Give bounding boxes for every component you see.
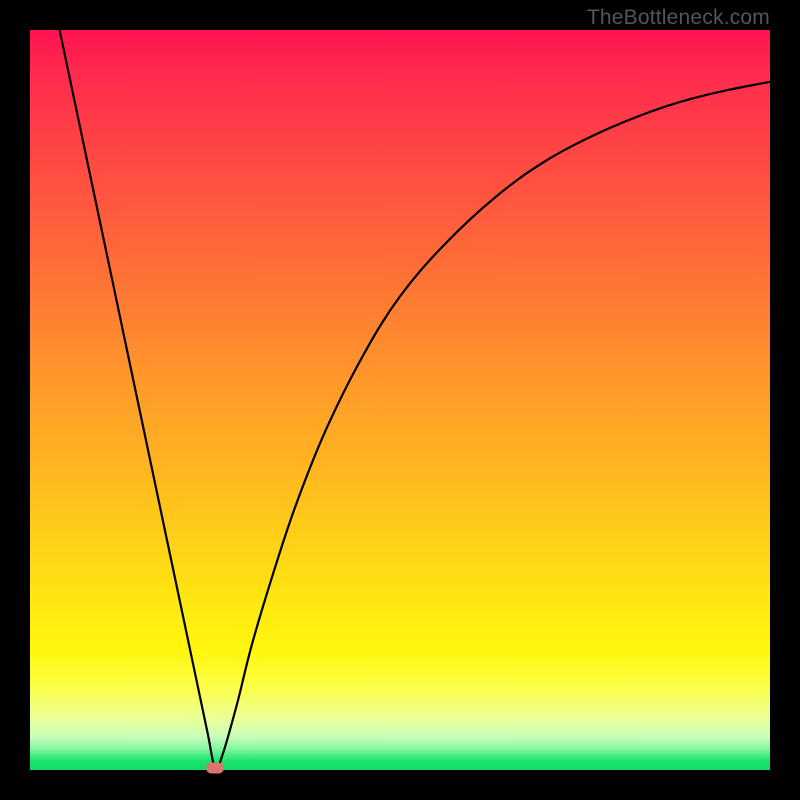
curve-svg: [30, 30, 770, 770]
plot-area: [30, 30, 770, 770]
optimum-marker: [206, 762, 224, 773]
chart-frame: TheBottleneck.com: [0, 0, 800, 800]
bottleneck-curve: [60, 30, 770, 769]
attribution-text: TheBottleneck.com: [587, 6, 770, 30]
